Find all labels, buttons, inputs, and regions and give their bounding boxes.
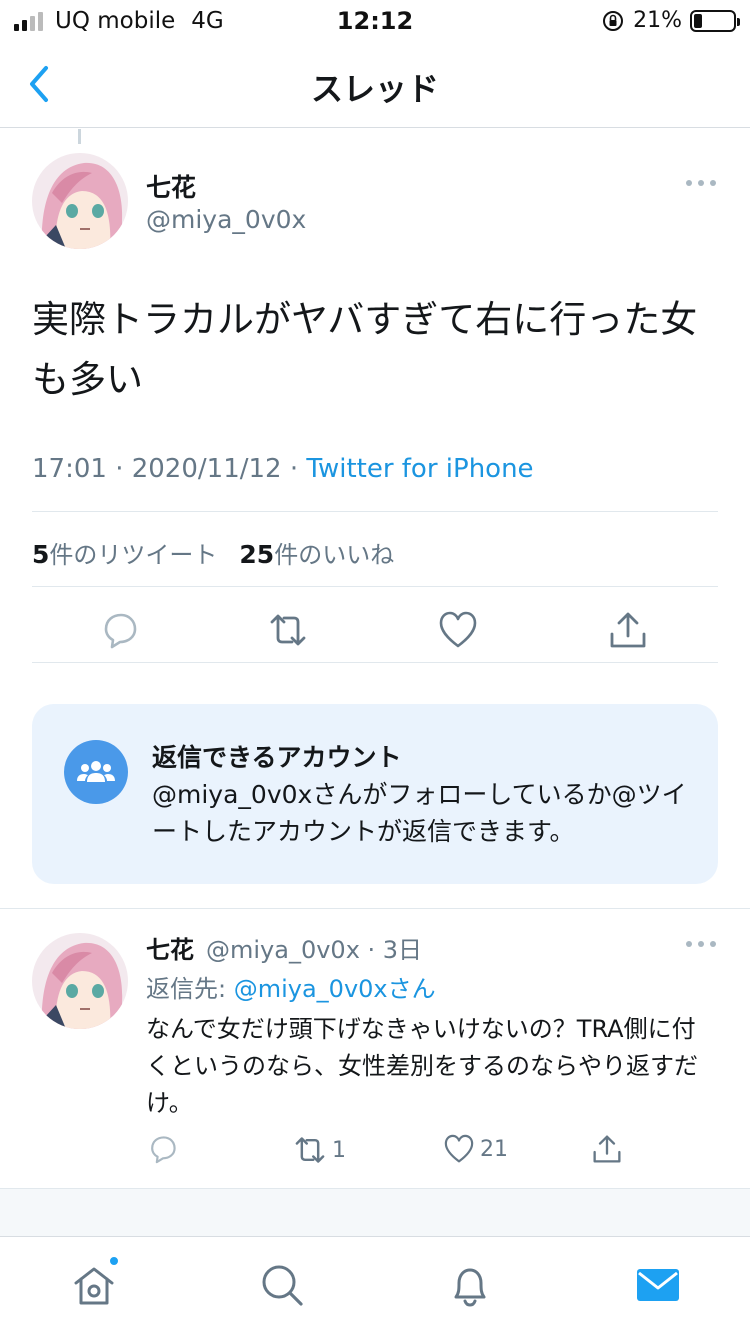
like-label: 件のいいね: [274, 541, 395, 569]
heart-icon[interactable]: [436, 608, 480, 652]
battery-percent: 21%: [633, 8, 682, 33]
tweet-actions: [32, 600, 718, 662]
avatar[interactable]: [32, 153, 128, 249]
heart-icon: [444, 1134, 474, 1163]
battery-fill: [694, 13, 702, 28]
more-dots-icon[interactable]: [686, 941, 716, 951]
author-name[interactable]: 七花: [146, 168, 196, 204]
reply-retweet-count: 1: [332, 1137, 346, 1163]
tweet-timestamp: 17:01 · 2020/11/12 ·: [32, 454, 307, 484]
bell-icon: [454, 1268, 486, 1307]
thread-line: [78, 129, 81, 144]
avatar-image: [32, 153, 128, 249]
share-icon[interactable]: [606, 608, 650, 652]
reply-to-mention[interactable]: @miya_0v0xさん: [234, 975, 436, 1003]
search-icon: [262, 1265, 303, 1306]
rotation-lock-icon: [603, 10, 624, 31]
divider: [32, 662, 718, 663]
tweet-client-link[interactable]: Twitter for iPhone: [306, 454, 533, 484]
reply-share-button[interactable]: [590, 1132, 624, 1166]
reply-author-name[interactable]: 七花: [146, 930, 194, 965]
home-notification-dot: [108, 1255, 120, 1267]
retweet-label: 件のリツイート: [49, 541, 218, 569]
timeline-footer: [0, 1188, 750, 1236]
home-icon: [74, 1267, 114, 1305]
mail-icon: [637, 1269, 679, 1301]
reply-to-prefix: 返信先:: [146, 975, 234, 1003]
battery-icon: [690, 9, 740, 32]
retweet-icon[interactable]: [266, 608, 310, 652]
tab-bar: [0, 1236, 750, 1334]
avatar[interactable]: [32, 933, 128, 1029]
reply-comment-button[interactable]: [146, 1132, 180, 1166]
tab-messages[interactable]: [634, 1261, 682, 1309]
reply-restriction-card: 返信できるアカウント @miya_0v0xさんがフォローしているか@ツイートした…: [32, 704, 718, 884]
like-count: 25: [239, 540, 275, 569]
tweet-stats: 5件のリツイート 25件のいいね: [32, 535, 394, 570]
reply-author-handle[interactable]: @miya_0v0x · 3日: [206, 930, 422, 965]
tab-notifications[interactable]: [446, 1261, 494, 1309]
reply-text: なんで女だけ頭下げなきゃいけないの？TRA側に付くというのなら、女性差別をするの…: [146, 1015, 698, 1117]
divider: [32, 586, 718, 587]
author-handle[interactable]: @miya_0v0x: [146, 205, 306, 234]
retweet-icon: [295, 1137, 325, 1163]
tab-search[interactable]: [258, 1261, 306, 1309]
divider: [0, 908, 750, 909]
reply-restriction-title: 返信できるアカウント: [152, 743, 402, 772]
comment-icon[interactable]: [98, 608, 142, 652]
status-right: 21%: [601, 8, 740, 33]
people-icon: [64, 740, 128, 804]
tab-home[interactable]: [70, 1255, 120, 1309]
comment-icon: [151, 1136, 176, 1164]
divider: [32, 511, 718, 512]
page-title: スレッド: [310, 70, 439, 108]
reply-to-line: 返信先: @miya_0v0xさん: [146, 969, 436, 1004]
avatar-image: [32, 933, 128, 1029]
retweet-stat[interactable]: 5件のリツイート: [32, 535, 217, 570]
tweet-meta: 17:01 · 2020/11/12 · Twitter for iPhone: [32, 454, 534, 484]
reply-like-button[interactable]: 21: [442, 1132, 508, 1166]
nav-bar: スレッド: [0, 42, 750, 128]
like-stat[interactable]: 25件のいいね: [239, 535, 394, 570]
share-icon: [593, 1135, 621, 1163]
reply-actions: 1 21: [146, 1128, 646, 1172]
tweet-text: 実際トラカルがヤバすぎて右に行った女も多い: [32, 298, 698, 401]
reply-retweet-button[interactable]: 1: [292, 1132, 346, 1168]
more-dots-icon[interactable]: [686, 180, 716, 190]
reply-like-count: 21: [480, 1136, 508, 1162]
retweet-count: 5: [32, 540, 50, 569]
reply-restriction-body: @miya_0v0xさんがフォローしているか@ツイートしたアカウントが返信できま…: [152, 780, 687, 846]
status-bar: UQ mobile 4G 12:12 21%: [0, 0, 750, 42]
